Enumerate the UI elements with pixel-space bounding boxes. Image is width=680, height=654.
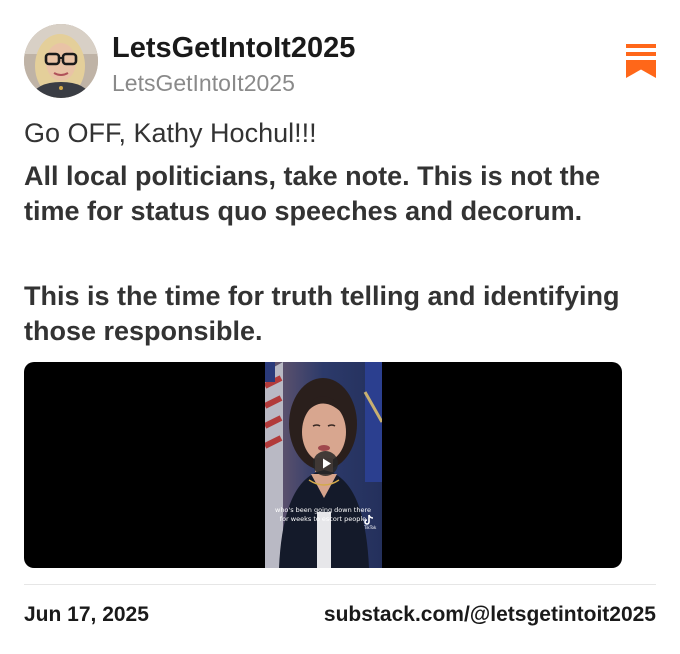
play-icon: [323, 458, 331, 469]
caption-line: who's been going down there: [275, 506, 371, 514]
caption-line: for weeks to escort people: [279, 515, 367, 523]
tiktok-icon: [363, 513, 375, 535]
post-paragraph: All local politicians, take note. This i…: [24, 161, 601, 226]
play-button[interactable]: [313, 451, 338, 476]
post-paragraph: This is the time for truth telling and i…: [24, 281, 620, 346]
embedded-video[interactable]: who's been going down there for weeks to…: [24, 362, 622, 568]
video-thumbnail[interactable]: who's been going down there for weeks to…: [265, 362, 382, 568]
post-date: Jun 17, 2025: [24, 603, 149, 626]
author-display-name[interactable]: LetsGetIntoIt2025: [112, 32, 355, 65]
substack-logo-icon[interactable]: [626, 44, 656, 78]
profile-link[interactable]: substack.com/@letsgetintoit2025: [324, 603, 656, 627]
footer-divider: [24, 584, 656, 585]
post-card: LetsGetIntoIt2025 LetsGetIntoIt2025 Go O…: [0, 0, 680, 654]
avatar-photo-icon: [24, 24, 98, 98]
author-handle[interactable]: LetsGetIntoIt2025: [112, 70, 295, 97]
post-header: LetsGetIntoIt2025 LetsGetIntoIt2025: [24, 24, 656, 100]
video-caption: who's been going down there for weeks to…: [273, 506, 373, 524]
post-intro-text: Go OFF, Kathy Hochul!!!: [24, 118, 317, 148]
tiktok-watermark: TikTok: [364, 525, 377, 530]
avatar[interactable]: [24, 24, 98, 98]
